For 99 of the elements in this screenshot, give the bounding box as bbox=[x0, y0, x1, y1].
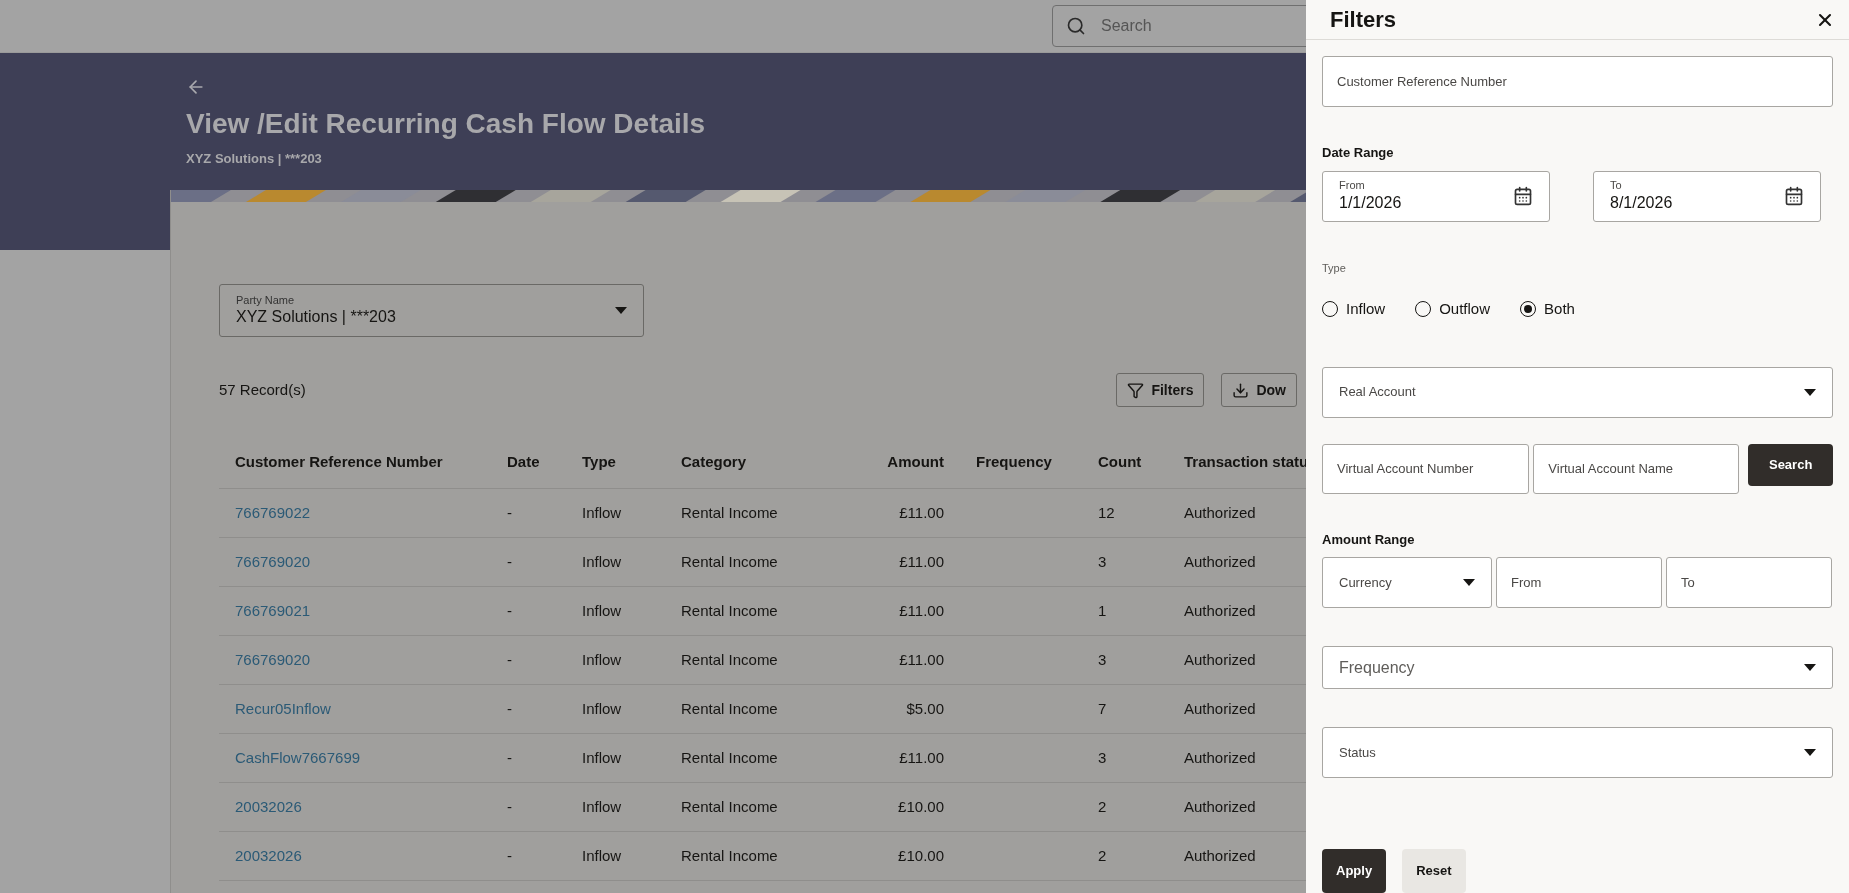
caret-icon bbox=[1804, 749, 1816, 756]
table-cell: Authorized bbox=[1184, 504, 1256, 521]
download-icon bbox=[1232, 381, 1250, 399]
table-cell: Inflow bbox=[582, 602, 622, 619]
page-title: View /Edit Recurring Cash Flow Details bbox=[186, 107, 706, 141]
download-button[interactable]: Dow bbox=[1221, 373, 1297, 407]
table-cell: 3 bbox=[1098, 651, 1107, 668]
table-cell: Authorized bbox=[1184, 700, 1256, 717]
table-cell: 3 bbox=[1098, 553, 1107, 570]
table-cell: 1 bbox=[1098, 602, 1107, 619]
table-cell: - bbox=[507, 749, 512, 766]
table-cell: - bbox=[507, 847, 512, 864]
table-cell: Authorized bbox=[1184, 749, 1256, 766]
column-header: Frequency bbox=[975, 452, 1053, 473]
column-header: Category bbox=[680, 452, 748, 473]
section-label: Amount Range bbox=[1322, 530, 1416, 549]
section-label: Date Range bbox=[1322, 144, 1395, 162]
table-cell: Inflow bbox=[582, 651, 622, 668]
table-cell: 12 bbox=[1098, 504, 1115, 521]
date-field[interactable]: From 1/1/2026 bbox=[1322, 170, 1550, 222]
table-cell: $5.00 bbox=[906, 700, 944, 717]
table-cell: Authorized bbox=[1184, 602, 1256, 619]
table-cell: Rental Income bbox=[681, 847, 778, 864]
table-cell: Rental Income bbox=[681, 553, 778, 570]
section-label: Type bbox=[1322, 260, 1347, 276]
table-cell: Inflow bbox=[582, 847, 622, 864]
caret-icon bbox=[1463, 579, 1475, 586]
radio-option[interactable]: Both bbox=[1520, 298, 1575, 321]
table-cell: 3 bbox=[1098, 749, 1107, 766]
panel-title: Filters bbox=[1330, 6, 1397, 34]
field-label: To bbox=[1610, 179, 1623, 193]
table-cell: Rental Income bbox=[681, 700, 778, 717]
table-cell: Rental Income bbox=[681, 749, 778, 766]
field-value: XYZ Solutions | ***203 bbox=[236, 307, 396, 328]
table-cell: Rental Income bbox=[681, 504, 778, 521]
table-cell: Authorized bbox=[1184, 651, 1256, 668]
party-name-select[interactable]: Party Name XYZ Solutions | ***203 bbox=[219, 284, 644, 337]
table-cell: Inflow bbox=[582, 749, 622, 766]
table-cell: - bbox=[507, 553, 512, 570]
date-field[interactable]: To 8/1/2026 bbox=[1593, 170, 1821, 222]
table-cell: £11.00 bbox=[899, 749, 944, 766]
table-cell: - bbox=[507, 504, 512, 521]
table-cell: Inflow bbox=[582, 798, 622, 815]
table-cell: 2 bbox=[1098, 847, 1107, 864]
table-cell: Authorized bbox=[1184, 847, 1256, 864]
table-cell: 2 bbox=[1098, 798, 1107, 815]
table-cell: Authorized bbox=[1184, 553, 1256, 570]
select-field[interactable]: Frequency bbox=[1322, 646, 1833, 689]
table-cell: £11.00 bbox=[899, 651, 944, 668]
input-field[interactable]: Customer Reference Number bbox=[1322, 56, 1833, 107]
field-value: 1/1/2026 bbox=[1339, 192, 1402, 213]
calendar-icon[interactable] bbox=[1513, 186, 1533, 206]
caret-icon bbox=[1804, 388, 1816, 396]
caret-icon bbox=[615, 307, 627, 314]
caret-icon bbox=[1804, 664, 1816, 671]
field-label: Party Name bbox=[236, 293, 296, 308]
page-subtitle: XYZ Solutions | ***203 bbox=[186, 150, 322, 168]
table-cell: Authorized bbox=[1184, 798, 1256, 815]
search-button[interactable]: Search bbox=[1748, 443, 1833, 486]
field-label: From bbox=[1339, 179, 1366, 193]
field-value: 8/1/2026 bbox=[1610, 192, 1673, 213]
table-cell: £10.00 bbox=[898, 847, 944, 864]
table-cell: - bbox=[507, 602, 512, 619]
column-header: Amount bbox=[886, 452, 945, 473]
radio-option[interactable]: Inflow bbox=[1322, 298, 1386, 321]
column-header: Type bbox=[581, 452, 617, 473]
filters-button[interactable]: Filters bbox=[1116, 373, 1205, 407]
search-icon bbox=[1066, 16, 1086, 36]
table-cell: - bbox=[507, 700, 512, 717]
table-cell: Inflow bbox=[582, 504, 622, 521]
table-cell: £10.00 bbox=[898, 798, 944, 815]
search-field[interactable]: Search bbox=[1052, 5, 1306, 47]
table-cell: Rental Income bbox=[681, 651, 778, 668]
radio-option[interactable]: Outflow bbox=[1415, 298, 1491, 321]
table-cell: £11.00 bbox=[899, 602, 944, 619]
record-count: 57 Record(s) bbox=[219, 379, 306, 400]
input-field[interactable]: Virtual Account Number bbox=[1322, 443, 1530, 494]
input-field[interactable]: Virtual Account Name bbox=[1533, 443, 1740, 494]
reset-button[interactable]: Reset bbox=[1402, 849, 1466, 893]
column-header: Count bbox=[1097, 452, 1143, 473]
table-cell: Rental Income bbox=[681, 798, 778, 815]
table-cell: 7 bbox=[1098, 700, 1107, 717]
table-cell: Inflow bbox=[582, 553, 622, 570]
apply-button[interactable]: Apply bbox=[1322, 849, 1387, 893]
select-field[interactable]: Currency bbox=[1322, 557, 1492, 608]
input-field[interactable]: From bbox=[1496, 557, 1662, 608]
filter-icon bbox=[1127, 381, 1145, 399]
input-field[interactable]: To bbox=[1666, 557, 1832, 608]
table-cell: £11.00 bbox=[899, 553, 944, 570]
table-cell: Rental Income bbox=[681, 602, 778, 619]
column-header: Customer Reference Number bbox=[234, 452, 444, 473]
select-field[interactable]: Real Account bbox=[1322, 366, 1833, 418]
table-cell: - bbox=[507, 798, 512, 815]
table-cell: £11.00 bbox=[899, 504, 944, 521]
table-cell: Inflow bbox=[582, 700, 622, 717]
column-header: Date bbox=[506, 452, 541, 473]
select-field[interactable]: Status bbox=[1322, 727, 1833, 778]
calendar-icon[interactable] bbox=[1784, 186, 1804, 206]
table-cell: - bbox=[507, 651, 512, 668]
